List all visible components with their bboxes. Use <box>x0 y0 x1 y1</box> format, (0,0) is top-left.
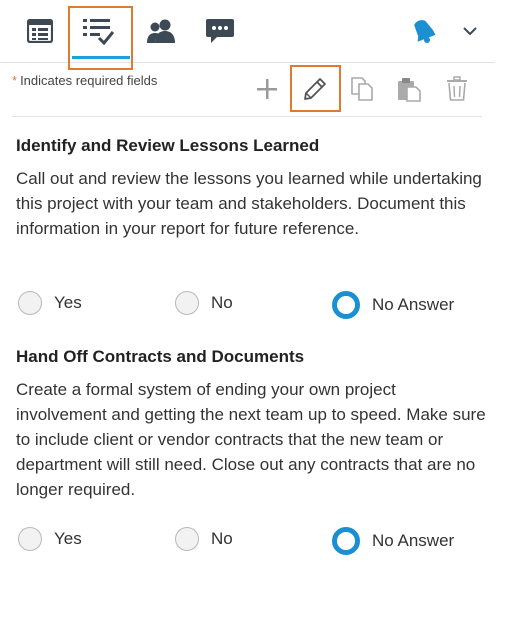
radio-circle-selected[interactable] <box>332 527 360 555</box>
radio-circle-selected[interactable] <box>332 291 360 319</box>
tab-sheet[interactable] <box>20 10 60 52</box>
section-description: Call out and review the lessons you lear… <box>16 169 482 238</box>
tab-people[interactable] <box>141 10 181 52</box>
sheet-icon <box>27 19 53 43</box>
chevron-down-icon <box>463 27 477 36</box>
radio-no-answer[interactable]: No Answer <box>332 527 454 555</box>
tab-chat[interactable] <box>200 10 240 52</box>
required-fields-text: Indicates required fields <box>20 73 158 88</box>
paste-icon <box>398 78 421 102</box>
answer-radio-group: Yes No No Answer <box>18 291 478 321</box>
radio-label: No <box>211 529 233 548</box>
radio-no[interactable]: No <box>175 527 233 551</box>
add-button[interactable] <box>250 72 284 106</box>
copy-button[interactable] <box>345 72 379 106</box>
answer-radio-group: Yes No No Answer <box>18 527 478 557</box>
menu-dropdown[interactable] <box>450 10 490 52</box>
plus-icon <box>257 79 277 99</box>
radio-no-answer[interactable]: No Answer <box>332 291 454 319</box>
section-description: Create a formal system of ending your ow… <box>16 380 486 499</box>
pencil-icon <box>304 78 326 100</box>
section-title: Hand Off Contracts and Documents <box>16 347 305 366</box>
section-title: Identify and Review Lessons Learned <box>16 136 320 155</box>
trash-icon <box>447 76 467 101</box>
radio-label: Yes <box>54 293 82 312</box>
radio-label: Yes <box>54 529 82 548</box>
radio-no[interactable]: No <box>175 291 233 315</box>
radio-label: No Answer <box>372 531 455 550</box>
bell-icon <box>414 20 436 43</box>
paste-button[interactable] <box>392 72 426 106</box>
people-icon <box>147 19 175 43</box>
radio-label: No Answer <box>372 295 455 314</box>
edit-button[interactable] <box>298 72 332 106</box>
delete-button[interactable] <box>440 72 474 106</box>
radio-circle[interactable] <box>18 291 42 315</box>
radio-circle[interactable] <box>175 527 199 551</box>
checklist-section-lessons: Identify and Review Lessons Learned Call… <box>16 136 486 241</box>
radio-circle[interactable] <box>175 291 199 315</box>
copy-icon <box>351 77 373 101</box>
radio-circle[interactable] <box>18 527 42 551</box>
required-star: * <box>12 73 18 88</box>
toolbar-divider <box>12 116 482 117</box>
radio-yes[interactable]: Yes <box>18 527 82 551</box>
required-fields-note: * Indicates required fields <box>12 73 157 88</box>
chat-icon <box>206 19 234 43</box>
checklist-icon <box>83 19 114 45</box>
radio-label: No <box>211 293 233 312</box>
tab-tasks[interactable] <box>78 10 118 52</box>
checklist-section-handoff: Hand Off Contracts and Documents Create … <box>16 347 486 502</box>
notifications-button[interactable] <box>403 10 443 52</box>
radio-yes[interactable]: Yes <box>18 291 82 315</box>
active-tab-indicator <box>72 56 130 59</box>
